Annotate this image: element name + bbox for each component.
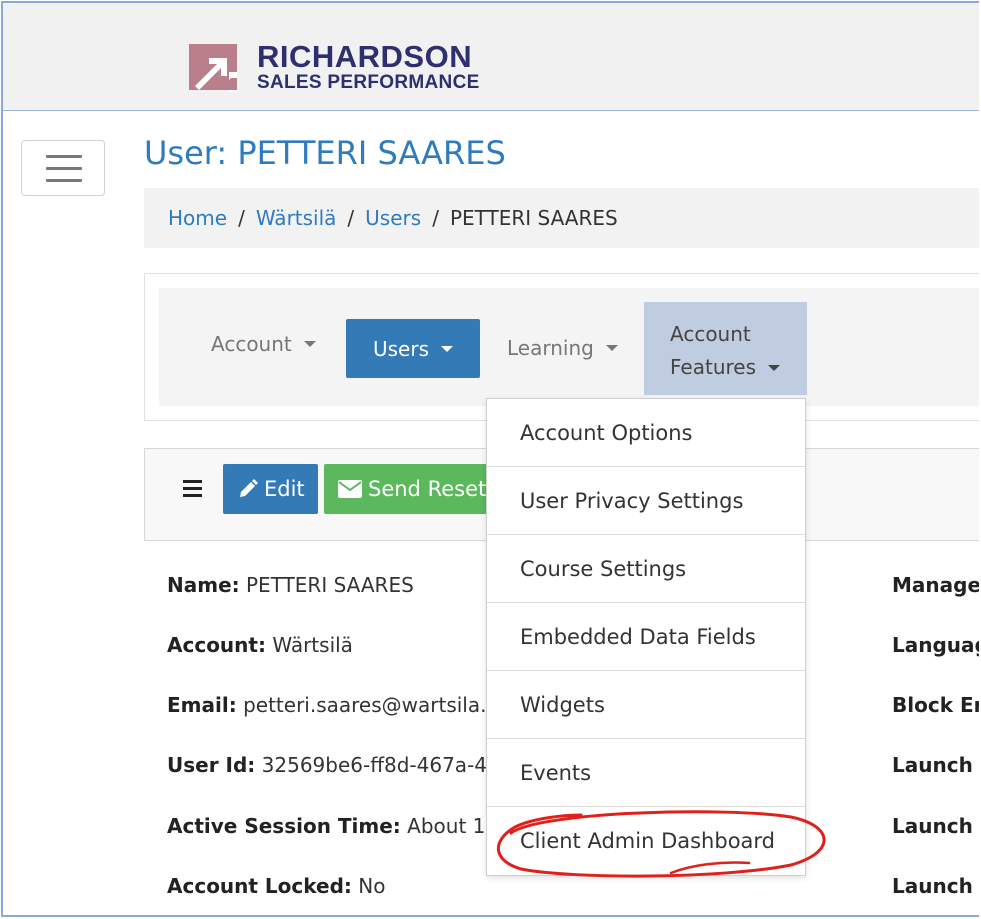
detail-account-locked: Account Locked: No — [167, 874, 385, 898]
top-bar: RICHARDSON SALES PERFORMANCE — [3, 3, 979, 111]
detail-label: Account: — [167, 633, 266, 657]
menu-icon — [46, 155, 82, 158]
breadcrumb-separator: / — [347, 206, 355, 230]
detail-name: Name: PETTERI SAARES — [167, 573, 414, 597]
screenshot-frame: RICHARDSON SALES PERFORMANCE User: PETTE… — [1, 1, 979, 917]
detail-account: Account: Wärtsilä — [167, 633, 353, 657]
menu-item-user-privacy-settings[interactable]: User Privacy Settings — [487, 467, 805, 535]
nav-users-dropdown[interactable]: Users — [346, 319, 480, 378]
breadcrumb-home-link[interactable]: Home — [168, 206, 227, 230]
send-reset-button-label: Send Reset — [368, 477, 487, 501]
breadcrumb-separator: / — [238, 206, 245, 230]
account-features-menu: Account Options User Privacy Settings Co… — [486, 398, 806, 876]
detail-label: Name: — [167, 573, 240, 597]
detail-value: PETTERI SAARES — [246, 573, 414, 597]
nav-features-label-line1: Account — [670, 322, 751, 346]
caret-down-icon — [303, 341, 316, 347]
breadcrumb: Home / Wärtsilä / Users / PETTERI SAARES — [144, 188, 979, 248]
list-icon[interactable] — [183, 480, 203, 500]
menu-item-widgets[interactable]: Widgets — [487, 671, 805, 739]
brand-logo[interactable]: RICHARDSON SALES PERFORMANCE — [189, 41, 480, 92]
detail-label-right: Launch — [892, 753, 973, 777]
caret-down-icon — [605, 345, 618, 351]
edit-button-label: Edit — [264, 477, 305, 501]
detail-label: Active Session Time: — [167, 814, 401, 838]
detail-label-right: Languag — [892, 633, 979, 657]
menu-item-account-options[interactable]: Account Options — [487, 399, 805, 467]
menu-item-embedded-data-fields[interactable]: Embedded Data Fields — [487, 603, 805, 671]
detail-value: Wärtsilä — [272, 633, 353, 657]
page-title: User: PETTERI SAARES — [144, 134, 506, 172]
pencil-icon — [240, 479, 258, 497]
breadcrumb-users-link[interactable]: Users — [365, 206, 421, 230]
detail-value: About 1 — [407, 814, 486, 838]
detail-session-time: Active Session Time: About 1 — [167, 814, 485, 838]
menu-icon-bar — [46, 179, 82, 182]
detail-label: Account Locked: — [167, 874, 352, 898]
nav-account-label: Account — [211, 332, 292, 356]
menu-item-events[interactable]: Events — [487, 739, 805, 807]
nav-account-features-dropdown[interactable]: Account Features — [644, 302, 807, 395]
detail-label: Email: — [167, 693, 237, 717]
nav-account-dropdown[interactable]: Account — [211, 314, 316, 374]
caret-down-icon — [441, 345, 453, 352]
breadcrumb-account-link[interactable]: Wärtsilä — [256, 206, 337, 230]
menu-icon-bar — [46, 167, 82, 170]
edit-button[interactable]: Edit — [223, 464, 318, 514]
breadcrumb-separator: / — [432, 206, 439, 230]
detail-label-right: Manage — [892, 573, 979, 597]
nav-features-label-line2: Features — [670, 355, 756, 379]
detail-label-right: Launch — [892, 874, 973, 898]
nav-learning-dropdown[interactable]: Learning — [507, 314, 618, 382]
send-reset-button[interactable]: Send Reset — [324, 464, 494, 514]
brand-name: RICHARDSON — [257, 39, 473, 74]
detail-label-right: Block Er — [892, 693, 979, 717]
breadcrumb-current: PETTERI SAARES — [449, 206, 618, 230]
caret-down-icon — [768, 364, 780, 371]
logo-mark-icon — [189, 42, 239, 92]
envelope-icon — [338, 480, 362, 498]
detail-value: No — [358, 874, 386, 898]
nav-learning-label: Learning — [507, 336, 594, 360]
brand-tagline: SALES PERFORMANCE — [257, 72, 480, 93]
detail-email: Email: petteri.saares@wartsila.c — [167, 693, 497, 717]
detail-user-id: User Id: 32569be6-ff8d-467a-4 — [167, 753, 487, 777]
menu-item-client-admin-dashboard[interactable]: Client Admin Dashboard — [487, 807, 805, 875]
menu-toggle-button[interactable] — [21, 140, 105, 196]
detail-label: User Id: — [167, 753, 256, 777]
detail-value: 32569be6-ff8d-467a-4 — [261, 753, 488, 777]
menu-item-course-settings[interactable]: Course Settings — [487, 535, 805, 603]
detail-value: petteri.saares@wartsila.c — [243, 693, 498, 717]
navigation-bar: Account Users Learning Account Features — [159, 288, 979, 406]
nav-users-label: Users — [372, 336, 429, 361]
detail-label-right: Launch — [892, 814, 973, 838]
